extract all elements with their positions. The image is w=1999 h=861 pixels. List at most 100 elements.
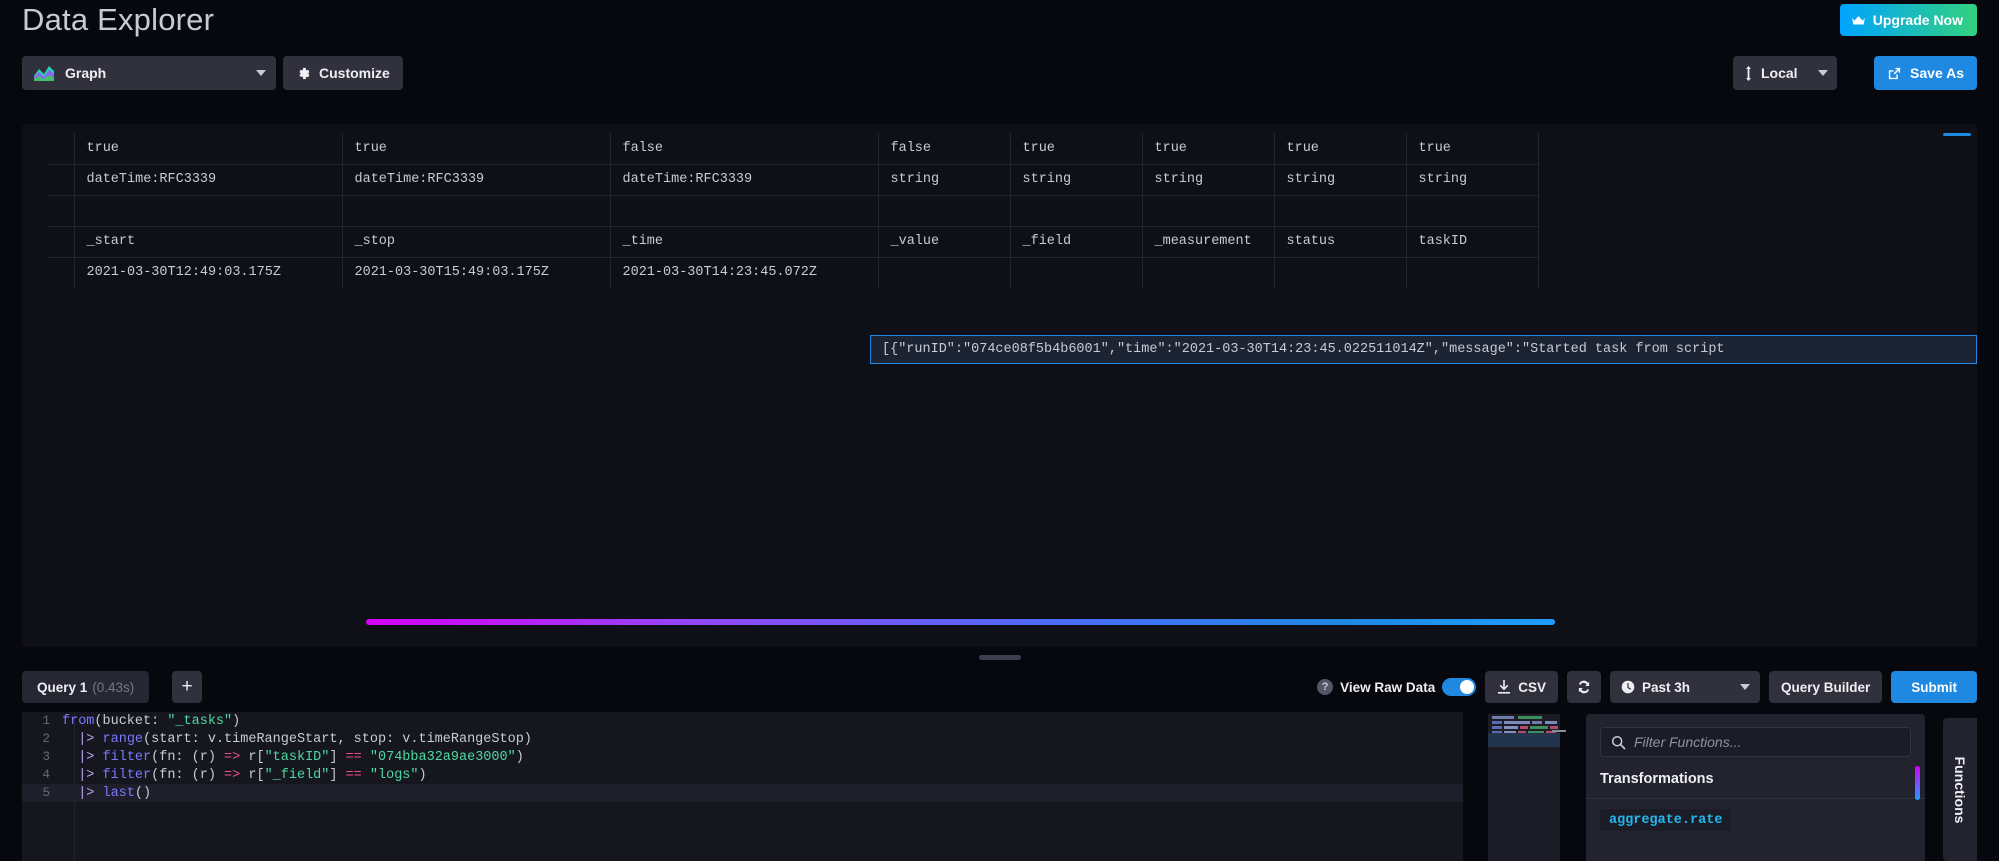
function-filter-field[interactable] (1600, 727, 1911, 757)
minimap-line (1492, 726, 1502, 729)
table-row[interactable]: 2021-03-30T12:49:03.175Z2021-03-30T15:49… (48, 257, 1538, 288)
table-cell[interactable]: true (74, 133, 342, 164)
table-cell[interactable]: 2021-03-30T12:49:03.175Z (74, 257, 342, 288)
editor-line-code: from(bucket: "_tasks") (62, 714, 240, 729)
upgrade-now-button[interactable]: Upgrade Now (1840, 4, 1977, 36)
query-builder-button[interactable]: Query Builder (1769, 671, 1882, 703)
functions-tab[interactable]: Functions (1943, 718, 1977, 861)
table-cell[interactable]: taskID (1406, 226, 1538, 257)
table-cell[interactable]: true (342, 133, 610, 164)
table-cell[interactable] (74, 195, 342, 226)
table-cell[interactable] (1274, 257, 1406, 288)
table-cell[interactable]: _stop (342, 226, 610, 257)
table-cell[interactable]: 2021-03-30T14:23:45.072Z (610, 257, 878, 288)
refresh-button[interactable] (1567, 671, 1601, 703)
table-cell[interactable] (1010, 257, 1142, 288)
table-cell[interactable] (1142, 257, 1274, 288)
view-raw-data-switch[interactable] (1442, 678, 1476, 696)
annotation-icon (1744, 66, 1753, 81)
table-cell[interactable]: true (1406, 133, 1538, 164)
table-cell[interactable]: status (1274, 226, 1406, 257)
functions-tab-label: Functions (1952, 756, 1968, 823)
table-cell[interactable]: dateTime:RFC3339 (610, 164, 878, 195)
editor-line[interactable]: 2 |> range(start: v.timeRangeStart, stop… (22, 730, 1463, 748)
view-raw-data-toggle[interactable]: ? View Raw Data (1317, 678, 1476, 696)
time-range-dropdown[interactable]: Past 3h (1610, 671, 1760, 703)
table-cell[interactable]: string (1010, 164, 1142, 195)
table-cell[interactable] (1406, 195, 1538, 226)
page-title: Data Explorer (22, 2, 214, 38)
submit-button[interactable]: Submit (1891, 671, 1977, 703)
table-cell[interactable]: _measurement (1142, 226, 1274, 257)
refresh-icon (1576, 679, 1592, 695)
csv-download-button[interactable]: CSV (1485, 671, 1558, 703)
export-icon (1887, 66, 1902, 81)
table-cell[interactable]: _field (1010, 226, 1142, 257)
graph-icon (33, 65, 55, 82)
function-list-item-label: aggregate.rate (1609, 813, 1722, 828)
table-cell[interactable]: false (610, 133, 878, 164)
table-row-header: _start_stop_time_value_field_measurement… (48, 226, 1538, 257)
table-cell[interactable]: 2021-03-30T15:49:03.175Z (342, 257, 610, 288)
timezone-dropdown[interactable]: Local (1733, 56, 1837, 90)
horizontal-scrollbar-thumb[interactable] (366, 619, 1555, 625)
table-cell[interactable] (878, 257, 1010, 288)
minimap-line (1504, 721, 1530, 724)
minus-icon[interactable] (1552, 730, 1566, 732)
table-cell[interactable] (878, 195, 1010, 226)
table-cell[interactable]: dateTime:RFC3339 (74, 164, 342, 195)
add-query-button[interactable]: + (172, 671, 202, 703)
table-cell[interactable]: true (1142, 133, 1274, 164)
table-rail-cell (48, 164, 74, 195)
upgrade-now-label: Upgrade Now (1873, 12, 1963, 28)
editor-line-code: |> last() (62, 786, 151, 801)
minimap-line (1550, 726, 1558, 729)
table-cell[interactable]: string (1406, 164, 1538, 195)
table-cell[interactable] (610, 195, 878, 226)
customize-button[interactable]: Customize (283, 56, 403, 90)
question-icon[interactable]: ? (1317, 679, 1333, 695)
table-cell[interactable]: true (1010, 133, 1142, 164)
vertical-scrollbar-thumb[interactable] (1943, 133, 1971, 136)
function-list-item[interactable]: aggregate.rate (1600, 809, 1731, 831)
table-cell[interactable] (342, 195, 610, 226)
crown-icon (1851, 15, 1866, 26)
table-cell[interactable]: _start (74, 226, 342, 257)
minimap-line (1532, 721, 1542, 724)
editor-minimap[interactable] (1488, 714, 1560, 861)
query-tab-duration: (0.43s) (92, 680, 134, 695)
table-cell[interactable] (1010, 195, 1142, 226)
editor-line[interactable]: 4 |> filter(fn: (r) => r["_field"] == "l… (22, 766, 1463, 784)
editor-line[interactable]: 3 |> filter(fn: (r) => r["taskID"] == "0… (22, 748, 1463, 766)
minimap-line (1518, 716, 1542, 719)
functions-panel: Transformations aggregate.rate (1586, 714, 1925, 861)
function-filter-input[interactable] (1634, 734, 1900, 750)
chevron-down-icon (1740, 684, 1750, 690)
visualization-type-dropdown[interactable]: Graph (22, 56, 276, 90)
query-tab-1[interactable]: Query 1 (0.43s) (22, 671, 149, 703)
table-cell[interactable] (1406, 257, 1538, 288)
table-cell[interactable]: true (1274, 133, 1406, 164)
minimap-viewport[interactable] (1488, 733, 1560, 747)
editor-line-number: 2 (22, 732, 62, 746)
flux-script-editor[interactable]: 1from(bucket: "_tasks")2 |> range(start:… (22, 712, 1463, 861)
table-cell[interactable]: string (1274, 164, 1406, 195)
functions-scrollbar-thumb[interactable] (1915, 766, 1920, 800)
table-cell[interactable]: string (1142, 164, 1274, 195)
save-as-button[interactable]: Save As (1874, 56, 1977, 90)
table-cell[interactable]: _value (878, 226, 1010, 257)
chevron-down-icon (1818, 70, 1828, 76)
table-cell[interactable] (1274, 195, 1406, 226)
editor-line[interactable]: 1from(bucket: "_tasks") (22, 712, 1463, 730)
table-cell[interactable] (1142, 195, 1274, 226)
selected-cell-value[interactable]: [{"runID":"074ce08f5b4b6001","time":"202… (870, 335, 1977, 364)
editor-line[interactable]: 5 |> last() (22, 784, 1463, 802)
table-cell[interactable]: false (878, 133, 1010, 164)
table-cell[interactable]: string (878, 164, 1010, 195)
editor-line-number: 5 (22, 786, 62, 800)
table-cell[interactable]: _time (610, 226, 878, 257)
table-cell[interactable]: dateTime:RFC3339 (342, 164, 610, 195)
panel-resize-handle[interactable] (979, 655, 1021, 660)
gear-icon (296, 66, 311, 81)
raw-data-table-wrapper[interactable]: truetruefalsefalsetruetruetruetrue dateT… (48, 133, 1977, 288)
